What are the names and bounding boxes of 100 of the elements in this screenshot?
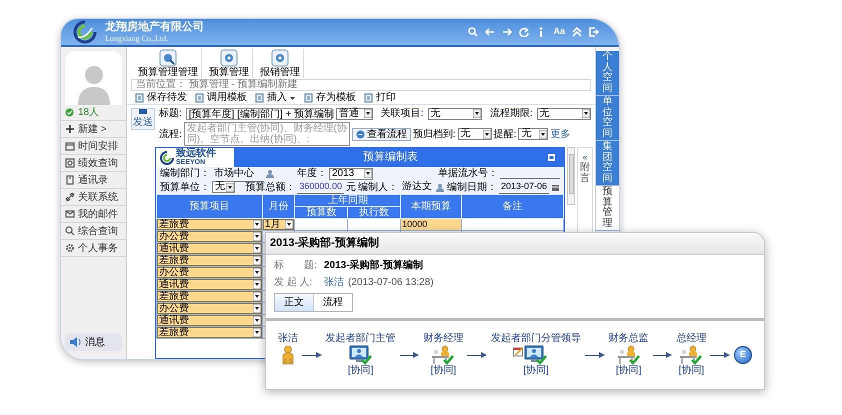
module-button[interactable]: 报销管理 — [257, 49, 304, 78]
column-header: 预算数 — [294, 206, 348, 218]
dropdown-arrow-icon — [252, 292, 261, 301]
deadline-select[interactable]: 无 — [536, 108, 591, 120]
dropdown-arrow-icon — [252, 220, 261, 229]
subject-input[interactable]: [预算年度] [编制部门] + 预算编制 — [186, 108, 332, 120]
document-icon — [364, 92, 374, 102]
column-header: 备注 — [462, 194, 564, 218]
collapse-toggle[interactable]: « — [582, 152, 588, 162]
budget-item-select[interactable]: 通讯费 — [157, 243, 262, 254]
node-tag: [协同] — [678, 365, 704, 377]
document-icon — [195, 92, 205, 102]
dropdown-arrow-icon — [364, 169, 372, 178]
sidebar-item[interactable]: 我的邮件 — [61, 206, 126, 223]
dropdown-arrow-icon — [364, 109, 372, 118]
node-label: 财务总监 — [608, 333, 649, 345]
calendar-icon — [551, 182, 560, 192]
field-label: 编制部门： — [160, 166, 210, 181]
sidebar-item[interactable]: 关联系统 — [61, 189, 126, 206]
toolbar-button[interactable]: 调用模板 — [195, 90, 247, 105]
node-tag: [协同] — [348, 365, 374, 377]
view-flow-button[interactable]: 查看流程 — [352, 128, 411, 140]
subject-text: 2013-采购部-预算编制 — [324, 258, 423, 273]
search-icon — [65, 226, 75, 236]
toolbar-button[interactable]: 存为模板 — [304, 90, 356, 105]
company-subtitle: Longxiang Co.,Ltd. — [105, 34, 170, 44]
module-button[interactable]: 预算管理 — [206, 49, 253, 78]
field-label: 预算总额： — [245, 180, 296, 194]
attachment-tab[interactable]: 附言 — [580, 162, 590, 184]
budget-item-select[interactable]: 办公费 — [157, 231, 262, 242]
side-tab[interactable]: 个人空间 — [596, 51, 619, 96]
sidebar-item[interactable]: 绩效查询 — [61, 155, 126, 172]
dropdown-arrow-icon — [582, 109, 590, 118]
table-input-field[interactable] — [462, 219, 563, 230]
document-icon — [255, 92, 265, 102]
speaker-icon — [69, 336, 81, 348]
priority-select[interactable]: 普通 — [336, 108, 373, 120]
budget-item-select[interactable]: 通讯费 — [157, 279, 262, 290]
field-label: 提醒: — [494, 128, 516, 142]
column-header: 本期预算 — [400, 194, 462, 218]
month-select[interactable]: 1月 — [262, 219, 294, 230]
toolbar-button[interactable]: 插入 — [255, 90, 296, 105]
field-label: 编制人： — [358, 180, 398, 194]
window-title: 2013-采购部-预算编制 — [266, 233, 764, 255]
dropdown-arrow-icon — [252, 304, 261, 313]
gear-icon — [65, 243, 75, 253]
module-button[interactable]: 预算管理管理 — [135, 49, 202, 78]
field-label: 流程期限: — [490, 106, 533, 121]
dropdown-arrow-icon — [285, 220, 294, 229]
caret-icon — [289, 94, 296, 100]
sidebar-item[interactable]: 个人事务 — [61, 240, 126, 257]
budget-item-select[interactable]: 办公费 — [157, 267, 262, 278]
document-icon — [135, 92, 145, 102]
scrollbar — [567, 147, 575, 205]
sent-time: (2013-07-06 13:28) — [348, 276, 434, 290]
flow-icon — [356, 130, 365, 138]
message-button[interactable]: 消息 — [65, 333, 122, 351]
budget-item-select[interactable]: 差旅费 — [157, 255, 262, 266]
sidebar-item[interactable]: 时间安排 — [61, 138, 126, 155]
unit-select[interactable]: 无 — [212, 181, 236, 193]
budget-item-select[interactable]: 办公费 — [157, 303, 262, 314]
budget-item-select[interactable]: 通讯费 — [157, 315, 262, 326]
sidebar-item[interactable]: 通讯录 — [61, 172, 126, 189]
document-search-icon — [65, 158, 75, 168]
reminder-select[interactable]: 无 — [518, 128, 548, 140]
arrow-left-icon — [485, 27, 496, 37]
budget-item-select[interactable]: 差旅费 — [157, 219, 262, 230]
year-select[interactable]: 2013 — [329, 168, 373, 180]
dropdown-arrow-icon — [252, 268, 261, 277]
module-icon — [159, 49, 177, 67]
field-label: 标 题: — [274, 258, 318, 273]
sender-link[interactable]: 张洁 — [324, 275, 344, 290]
project-select[interactable]: 无 — [428, 108, 482, 120]
dropdown-arrow-icon — [252, 280, 261, 289]
send-button[interactable]: 发送 — [131, 108, 155, 130]
budget-item-select[interactable]: 差旅费 — [157, 291, 262, 302]
side-tab[interactable]: 单位空间 — [596, 96, 619, 141]
node-label: 财务经理 — [423, 333, 464, 345]
side-tab[interactable]: 集团空间 — [596, 141, 619, 186]
more-link[interactable]: 更多 — [550, 126, 570, 142]
table-input-field[interactable] — [348, 219, 400, 230]
budget-item-select[interactable]: 差旅费 — [157, 327, 262, 338]
sidebar-item[interactable]: 新建 > — [61, 121, 126, 138]
sidebar-item[interactable]: 综合查询 — [61, 223, 126, 240]
form-title: 预算编制表 — [362, 150, 419, 166]
budget-amount-field[interactable]: 10000 — [401, 219, 462, 230]
archive-select[interactable]: 无 — [458, 128, 492, 140]
toolbar-button[interactable]: 打印 — [364, 90, 396, 105]
form-icon — [547, 153, 556, 162]
toolbar-button[interactable]: 保存待发 — [135, 90, 187, 105]
link-icon — [65, 192, 75, 202]
side-tab[interactable]: 预算管理 — [596, 186, 619, 231]
breadcrumb: 当前位置： 预算管理 - 预算编制新建 — [131, 79, 591, 91]
send-icon — [138, 108, 148, 115]
exit-icon — [589, 27, 599, 37]
mail-icon — [65, 209, 75, 219]
arrow-right-icon — [502, 27, 512, 37]
tab[interactable]: 正文 — [275, 294, 313, 311]
dropdown-arrow-icon — [252, 232, 261, 241]
node-tag: [协同] — [430, 365, 456, 377]
